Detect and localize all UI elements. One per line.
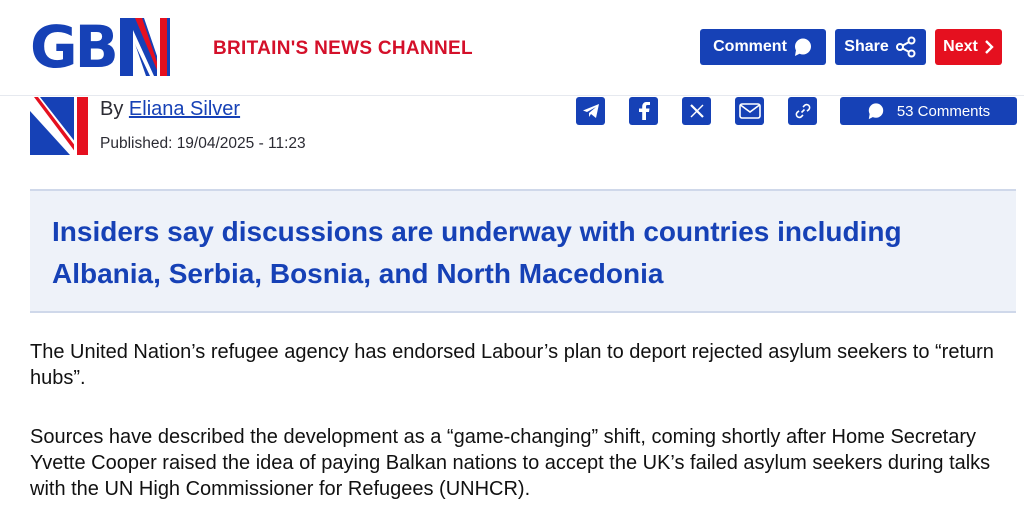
share-email-button[interactable]	[735, 97, 764, 125]
next-button-label: Next	[943, 38, 978, 55]
comments-count-button[interactable]: 53 Comments	[840, 97, 1017, 125]
share-x-button[interactable]	[682, 97, 711, 125]
logo-text: GB	[30, 13, 119, 81]
next-article-button[interactable]: Next	[935, 29, 1002, 65]
telegram-icon	[582, 104, 599, 118]
email-icon	[738, 103, 761, 119]
comment-button-label: Comment	[713, 38, 787, 55]
copy-link-button[interactable]	[788, 97, 817, 125]
standfirst-text: Insiders say discussions are underway wi…	[52, 216, 902, 289]
speech-bubble-icon	[868, 103, 884, 120]
article-standfirst: Insiders say discussions are underway wi…	[30, 189, 1016, 313]
gbnews-logo[interactable]: GB	[30, 18, 170, 76]
link-icon	[795, 103, 810, 119]
byline-prefix: By	[100, 98, 124, 120]
x-icon	[689, 104, 704, 118]
author-avatar-flag-icon	[30, 97, 88, 155]
share-facebook-button[interactable]	[629, 97, 658, 125]
site-header: GB BRITAIN'S NEWS CHANNEL Comment Share	[0, 0, 1024, 96]
comments-count-label: 53 Comments	[896, 102, 991, 120]
facebook-icon	[638, 102, 650, 120]
author-link[interactable]: Eliana Silver	[129, 98, 240, 120]
author-byline: By Eliana Silver	[100, 98, 240, 121]
share-button-label: Share	[844, 38, 889, 55]
article-paragraph: Sources have described the development a…	[30, 426, 991, 500]
share-icon	[895, 36, 916, 58]
site-tagline: BRITAIN'S NEWS CHANNEL	[213, 38, 473, 59]
speech-bubble-icon	[794, 38, 811, 56]
chevron-right-icon	[984, 40, 994, 54]
comment-button[interactable]: Comment	[700, 29, 826, 65]
logo-flag-icon	[119, 18, 170, 76]
article-paragraph: The United Nation’s refugee agency has e…	[30, 341, 994, 389]
share-telegram-button[interactable]	[576, 97, 605, 125]
share-button[interactable]: Share	[835, 29, 926, 65]
publish-date: Published: 19/04/2025 - 11:23	[100, 135, 306, 152]
